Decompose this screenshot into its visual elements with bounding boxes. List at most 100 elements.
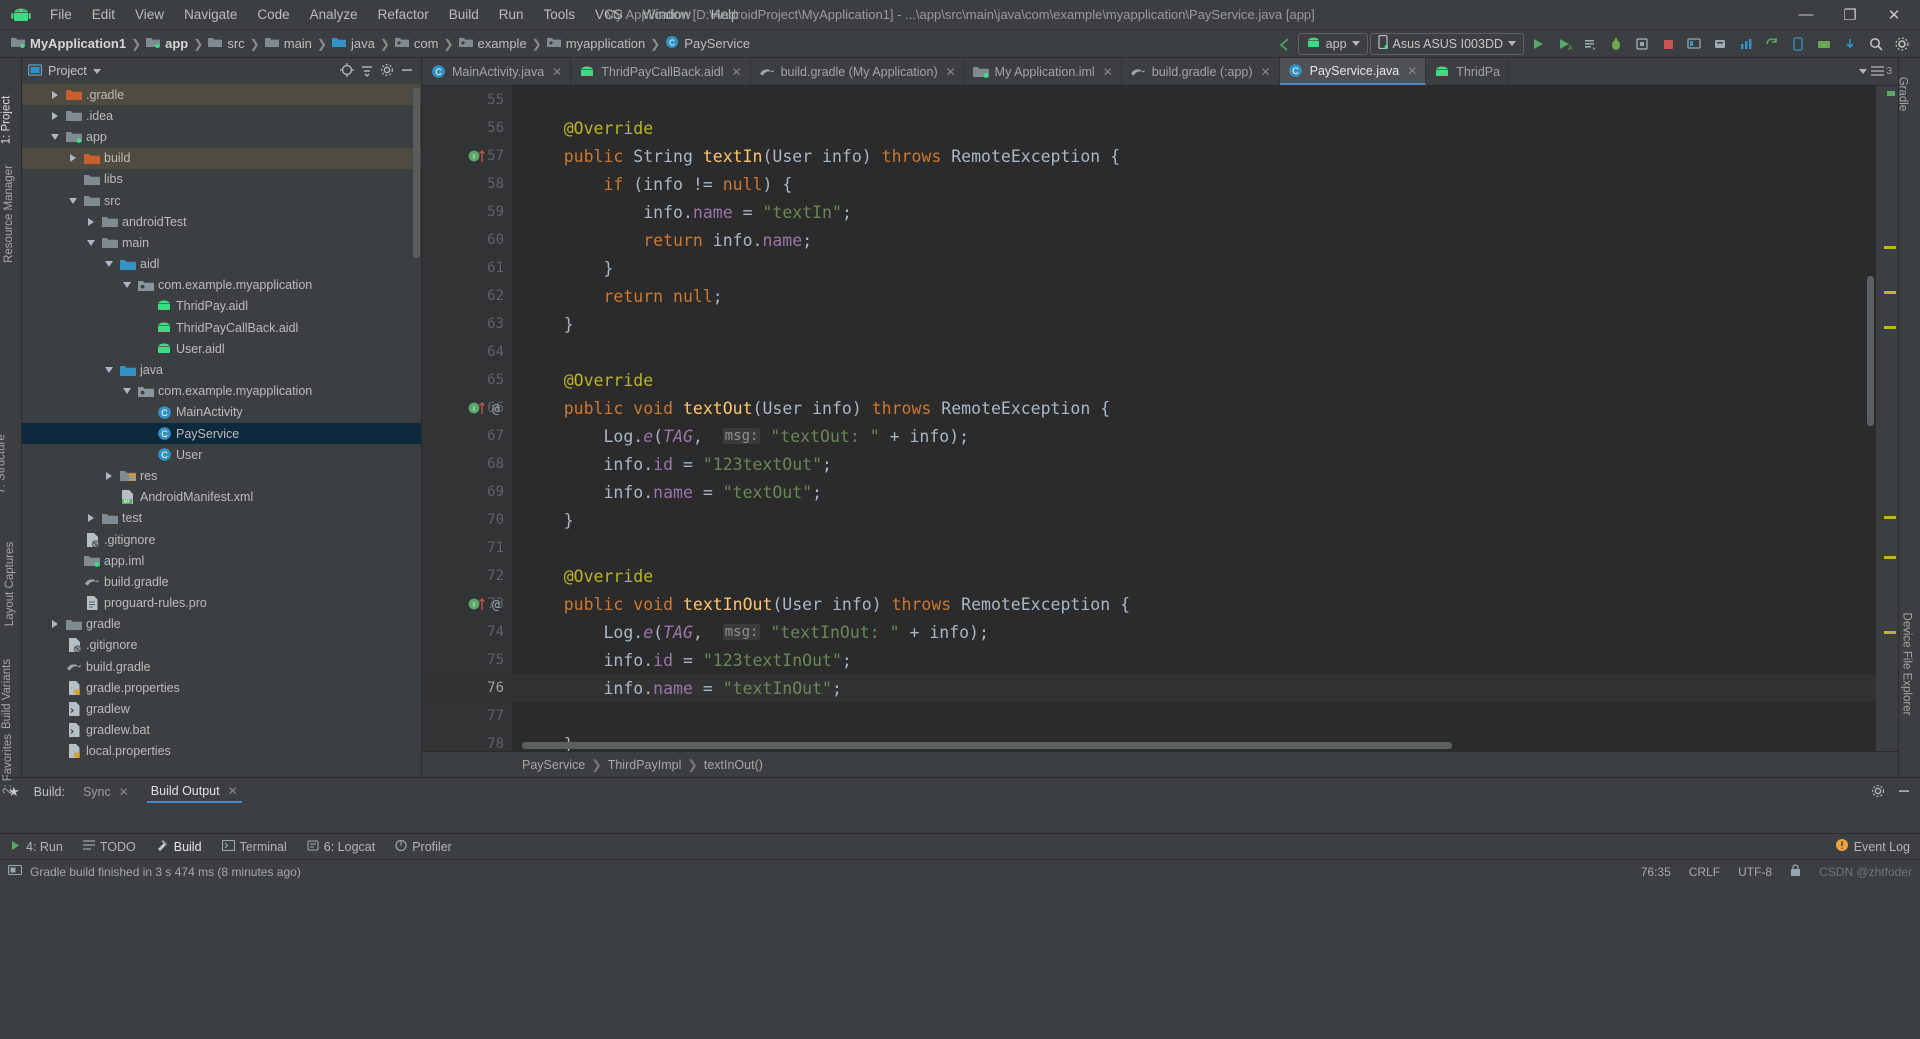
collapse-all-icon[interactable] — [359, 62, 375, 81]
locate-icon[interactable] — [339, 62, 355, 81]
breadcrumb-java[interactable]: java — [329, 34, 378, 53]
close-icon[interactable]: ✕ — [228, 784, 238, 798]
minimize-button[interactable]: — — [1784, 1, 1828, 29]
close-icon[interactable]: ✕ — [1103, 65, 1113, 79]
tree-node-user-aidl[interactable]: User.aidl — [22, 338, 421, 359]
memory-indicator-icon[interactable] — [7, 864, 23, 879]
tool-tab-device-file-explorer[interactable]: Device File Explorer — [1900, 613, 1912, 716]
code-line[interactable]: } — [512, 310, 1876, 338]
tree-node-aidl[interactable]: aidl — [22, 254, 421, 275]
menu-refactor[interactable]: Refactor — [368, 4, 439, 25]
tree-node-thridpaycallback-aidl[interactable]: ThridPayCallBack.aidl — [22, 317, 421, 338]
tool-button-run[interactable]: 4: Run — [0, 837, 73, 857]
tool-tab-build-variants[interactable]: Build Variants — [1, 659, 13, 729]
hide-panel-icon[interactable] — [399, 62, 415, 81]
breadcrumb-inner-class[interactable]: ThirdPayImpl — [608, 758, 682, 772]
menu-help[interactable]: Help — [701, 4, 749, 25]
code-line[interactable]: public void textOut (User info) throws Re… — [512, 394, 1876, 422]
breadcrumb-app[interactable]: app — [143, 34, 191, 53]
editor-tab-my-application-iml[interactable]: My Application.iml ✕ — [965, 58, 1122, 85]
lock-icon[interactable] — [1790, 863, 1801, 880]
avd-manager-icon[interactable] — [1682, 32, 1706, 56]
code-line[interactable]: info. id = "123textOut"; — [512, 450, 1876, 478]
code-content[interactable]: @Override public String textIn (User info… — [512, 86, 1876, 751]
download-icon[interactable] — [1838, 32, 1862, 56]
tree-node-test[interactable]: test — [22, 508, 421, 529]
tree-node-proguard-rules-pro[interactable]: proguard-rules.pro — [22, 593, 421, 614]
breadcrumb-example[interactable]: example — [456, 34, 530, 53]
tree-node-com-example-myapplication[interactable]: com.example.myapplication — [22, 381, 421, 402]
tree-node-app[interactable]: app — [22, 126, 421, 147]
editor-tab-thridpa[interactable]: ThridPa — [1426, 58, 1510, 85]
tree-node-libs[interactable]: libs — [22, 169, 421, 190]
sdk-icon-2[interactable] — [1812, 32, 1836, 56]
gear-icon[interactable] — [1890, 32, 1914, 56]
caret-position[interactable]: 76:35 — [1641, 865, 1671, 879]
close-icon[interactable]: ✕ — [552, 65, 562, 79]
sync-gradle-icon[interactable] — [1760, 32, 1784, 56]
close-button[interactable]: ✕ — [1872, 1, 1916, 29]
menu-tools[interactable]: Tools — [534, 4, 586, 25]
tool-button-todo[interactable]: TODO — [73, 837, 146, 857]
tool-button-profiler[interactable]: Profiler — [385, 837, 462, 857]
code-line[interactable] — [512, 702, 1876, 730]
breadcrumb-myapplication[interactable]: myapplication — [544, 34, 649, 53]
tree-node-payservice[interactable]: C PayService — [22, 423, 421, 445]
tree-expander[interactable] — [84, 217, 98, 226]
code-line[interactable]: public String textIn (User info) throws R… — [512, 142, 1876, 170]
breadcrumb-src[interactable]: src — [205, 34, 247, 53]
editor-tab-build-gradle-app-[interactable]: build.gradle (:app) ✕ — [1122, 58, 1280, 85]
code-line[interactable]: info. id = "123textInOut"; — [512, 646, 1876, 674]
event-log-button[interactable]: Event Log — [1835, 838, 1910, 855]
tab-list-icon[interactable]: 3 — [1871, 66, 1892, 77]
menu-navigate[interactable]: Navigate — [174, 4, 247, 25]
tree-node-thridpay-aidl[interactable]: ThridPay.aidl — [22, 296, 421, 317]
tool-tab-structure[interactable]: 7: Structure — [0, 434, 8, 493]
tree-expander[interactable] — [120, 282, 134, 289]
tree-node-build[interactable]: build — [22, 147, 421, 169]
tree-expander[interactable] — [102, 367, 116, 374]
code-line[interactable]: Log. e(TAG, msg: "textOut: " + info); — [512, 422, 1876, 450]
override-impl-icon[interactable]: I — [468, 596, 490, 616]
menu-build[interactable]: Build — [439, 4, 489, 25]
tree-node-main[interactable]: main — [22, 232, 421, 253]
avd-icon-2[interactable] — [1786, 32, 1810, 56]
close-icon[interactable]: ✕ — [732, 65, 742, 79]
tool-tab-layout-captures[interactable]: Layout Captures — [4, 542, 16, 626]
tree-node-src[interactable]: src — [22, 190, 421, 211]
at-annotation-icon[interactable]: @ — [492, 402, 500, 417]
gear-icon[interactable] — [379, 62, 395, 81]
tree-node-gradle[interactable]: gradle — [22, 614, 421, 635]
menu-analyze[interactable]: Analyze — [300, 4, 368, 25]
editor-tab-thridpaycallback-aidl[interactable]: ThridPayCallBack.aidl ✕ — [571, 58, 751, 85]
project-tree-scrollbar[interactable] — [413, 88, 420, 258]
editor-gutter[interactable]: 55 56 57 I 58 59 60 61 62 63 64 65 66 I @67 68 69 70 71 72 7… — [422, 86, 512, 751]
tool-tab-favorites[interactable]: 2: Favorites — [2, 734, 14, 794]
tree-node-java[interactable]: java — [22, 359, 421, 380]
tree-node-androidtest[interactable]: androidTest — [22, 211, 421, 232]
chevron-down-icon[interactable] — [1859, 69, 1868, 74]
device-selector[interactable]: Asus ASUS I003DD — [1369, 32, 1524, 55]
menu-file[interactable]: File — [40, 4, 82, 25]
menu-edit[interactable]: Edit — [82, 4, 125, 25]
gear-icon[interactable] — [1870, 783, 1886, 802]
code-line[interactable]: if (info != null) { — [512, 170, 1876, 198]
file-encoding[interactable]: UTF-8 — [1738, 865, 1772, 879]
tool-button-build[interactable]: Build — [146, 836, 212, 857]
build-tab-sync[interactable]: Sync ✕ — [79, 782, 133, 802]
at-annotation-icon[interactable]: @ — [492, 598, 500, 613]
tree-node-local-properties[interactable]: local.properties — [22, 741, 421, 762]
tree-expander[interactable] — [66, 154, 80, 163]
close-icon[interactable]: ✕ — [1407, 64, 1417, 78]
apply-changes-icon[interactable] — [1578, 32, 1602, 56]
code-line[interactable] — [512, 86, 1876, 114]
close-icon[interactable]: ✕ — [119, 785, 129, 799]
editor-tab-bar[interactable]: C MainActivity.java ✕ ThridPayCallBack.aidl… — [422, 58, 1898, 86]
tree-node-gradlew[interactable]: gradlew — [22, 698, 421, 719]
code-line[interactable]: info. name = "textInOut"; — [512, 674, 1876, 702]
tree-node--gitignore[interactable]: .gitignore — [22, 529, 421, 550]
code-line[interactable]: info. name = "textOut"; — [512, 478, 1876, 506]
build-tab-build-output[interactable]: Build Output ✕ — [146, 781, 242, 803]
run-icon[interactable] — [1526, 32, 1550, 56]
line-separator[interactable]: CRLF — [1689, 865, 1720, 879]
